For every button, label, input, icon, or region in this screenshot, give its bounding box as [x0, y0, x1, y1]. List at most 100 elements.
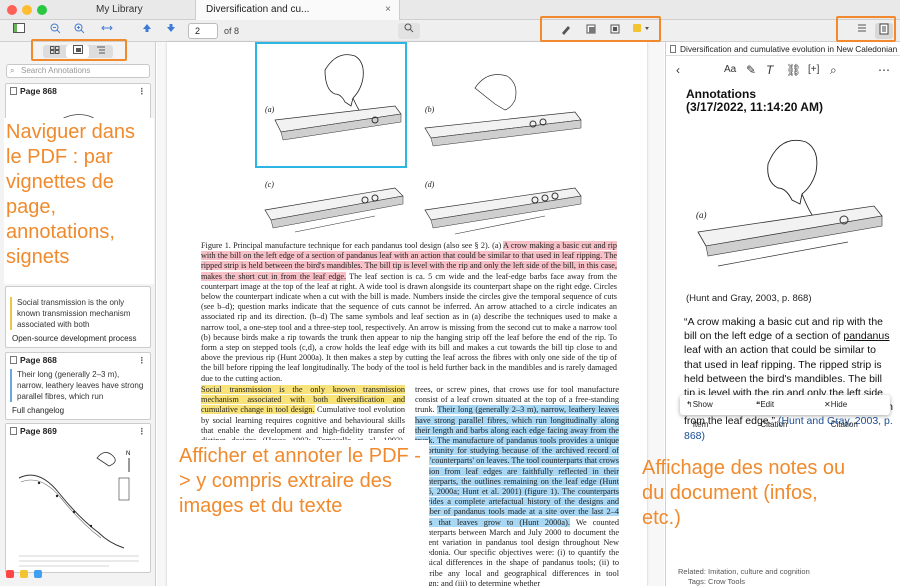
figure-panel-c — [264, 187, 404, 233]
annotation-card-header: Page 868 ⋮ — [6, 84, 150, 98]
zoom-window-button[interactable] — [37, 5, 47, 15]
note-embedded-image[interactable] — [688, 124, 888, 284]
previous-page-button[interactable] — [138, 23, 156, 39]
page-icon — [10, 356, 17, 364]
sidebar-help-text: Naviguer dans le PDF : par vignettes de … — [6, 121, 135, 268]
back-icon[interactable]: ‹ — [676, 61, 680, 79]
citation-popup: ↰ Show Item ❝ Edit Citation ✕ Hide Citat… — [680, 395, 890, 429]
more-options-icon[interactable]: ⋮ — [138, 84, 147, 98]
link-icon[interactable]: ⛓ — [786, 61, 801, 79]
highlight-box-annotation-tools — [540, 16, 661, 42]
yellow-filter-swatch[interactable] — [20, 570, 28, 578]
arrow-down-icon — [167, 24, 175, 32]
zoom-out-button[interactable] — [46, 23, 64, 39]
page-number-input[interactable]: 2 — [188, 23, 218, 39]
figure-label-c: (c) — [265, 180, 274, 189]
note-date: (3/17/2022, 11:14:20 AM) — [686, 100, 823, 114]
figure-panel-d — [424, 187, 582, 235]
fit-width-icon — [101, 25, 113, 31]
annotation-search-input[interactable]: ⌕ Search Annotations — [6, 64, 150, 78]
figure-caption: Figure 1. Principal manufacture techniqu… — [201, 241, 617, 384]
insert-citation-icon[interactable]: [+] — [808, 61, 819, 79]
related-label: Related: — [678, 567, 706, 576]
text-format-icon[interactable]: Aa — [724, 61, 736, 79]
toggle-sidebar-button[interactable] — [10, 23, 28, 39]
annotation-page-label: Page 868 — [20, 355, 57, 365]
search-icon: ⌕ — [10, 66, 15, 75]
tab-my-library[interactable]: My Library — [96, 0, 143, 20]
search-icon[interactable]: ⌕ — [830, 61, 837, 79]
close-tab-icon[interactable]: × — [385, 0, 391, 20]
arrow-up-icon — [143, 24, 151, 32]
note-heading: Annotations — [686, 87, 756, 101]
selected-image-annotation[interactable] — [255, 42, 407, 168]
annotation-quote: Social transmission is the only known tr… — [10, 297, 146, 330]
note-document-title-text: Diversification and cumulative evolution… — [680, 44, 900, 54]
annotation-card[interactable]: Page 869 ⋮ N — [5, 423, 151, 573]
annotation-quote: Their long (generally 2–3 m), narrow, le… — [10, 369, 146, 402]
show-item-label: Show Item — [692, 400, 713, 429]
find-button[interactable] — [398, 23, 420, 39]
red-filter-swatch[interactable] — [6, 570, 14, 578]
page-count: of 8 — [224, 26, 240, 36]
left-sidebar: ⌕ Search Annotations Page 868 ⋮ Social t… — [0, 42, 156, 586]
zoom-out-icon — [50, 23, 60, 34]
annotation-card-header: Page 869 ⋮ — [6, 424, 150, 438]
annotation-page-label: Page 868 — [20, 86, 57, 96]
annotation-card[interactable]: Social transmission is the only known tr… — [5, 286, 151, 348]
tab-document[interactable]: Diversification and cu... × — [195, 0, 400, 20]
note-quote-underlined: pandanus — [843, 330, 890, 343]
annotation-card[interactable]: Page 868 ⋮ Their long (generally 2–3 m),… — [5, 352, 151, 420]
clear-formatting-icon[interactable]: T — [766, 61, 773, 79]
tags-label: Tags: — [688, 577, 706, 586]
blue-highlight-annotation[interactable]: Their long (generally 2–3 m), narrow, le… — [415, 405, 619, 527]
show-item-button[interactable]: ↰ Show Item — [686, 395, 713, 429]
annotation-map-preview: N — [18, 451, 139, 567]
note-editor-toolbar: ‹ Aa ✎ T ⛓ [+] ⌕ ⋯ — [666, 59, 900, 81]
caption-text: Figure 1. Principal manufacture techniqu… — [201, 241, 504, 250]
sidebar-icon — [13, 23, 25, 33]
note-quote[interactable]: “A crow making a basic cut and rip with … — [684, 315, 894, 443]
related-value[interactable]: Imitation, culture and cognition — [708, 567, 810, 576]
figure-label-a: (a) — [265, 105, 275, 114]
text-color-icon[interactable]: ✎ — [746, 61, 756, 79]
page-icon — [10, 427, 17, 435]
edit-citation-button[interactable]: ❝ Edit Citation — [756, 395, 787, 429]
related-row: Related: Imitation, culture and cognitio… — [678, 567, 810, 576]
highlight-box-pane-toggle — [836, 16, 896, 42]
more-options-icon[interactable]: ⋯ — [878, 61, 890, 79]
blue-filter-swatch[interactable] — [34, 570, 42, 578]
page-icon — [10, 87, 17, 95]
notes-help-text: Affichage des notes ou du document (info… — [642, 457, 846, 529]
fit-width-button[interactable] — [98, 23, 116, 39]
note-figure-label: (a) — [696, 210, 707, 220]
edit-citation-label: Edit Citation — [760, 400, 788, 429]
title-bar: My Library Diversification and cu... × — [0, 0, 900, 20]
annotation-search-placeholder: Search Annotations — [21, 66, 91, 75]
pdf-viewer[interactable]: (a) (b) (c) (d) Figure 1. Principal manu… — [157, 42, 664, 586]
figure-label-d: (d) — [425, 180, 435, 189]
next-page-button[interactable] — [162, 23, 180, 39]
hide-citation-button[interactable]: ✕ Hide Citation — [824, 395, 858, 429]
tab-document-label: Diversification and cu... — [206, 4, 310, 15]
minimize-window-button[interactable] — [22, 5, 32, 15]
zoom-in-icon — [74, 23, 84, 34]
zoom-in-button[interactable] — [70, 23, 88, 39]
body-column-right: trees, or screw pines, that crows use fo… — [415, 385, 619, 586]
document-icon — [670, 45, 676, 53]
figure-panel-b — [424, 74, 582, 147]
image-citation[interactable]: (Hunt and Gray, 2003, p. 868) — [686, 293, 812, 304]
annotation-page-label: Page 869 — [20, 426, 57, 436]
body-text-right-rest: We counted counterparts between March an… — [415, 517, 619, 586]
more-options-icon[interactable]: ⋮ — [138, 353, 147, 367]
tags-value[interactable]: Crow Tools — [708, 577, 745, 586]
note-document-title: Diversification and cumulative evolution… — [666, 42, 900, 56]
more-options-icon[interactable]: ⋮ — [138, 424, 147, 438]
annotation-comment: Full changelog — [12, 406, 65, 415]
annotation-comment: Open-source development process — [12, 334, 137, 343]
search-icon — [404, 23, 414, 33]
highlight-box-sidebar-switcher — [31, 39, 127, 61]
caption-text-rest: The leaf section is ca. 5 cm wide and th… — [201, 271, 617, 383]
close-window-button[interactable] — [7, 5, 17, 15]
notes-pane: Diversification and cumulative evolution… — [642, 42, 900, 586]
